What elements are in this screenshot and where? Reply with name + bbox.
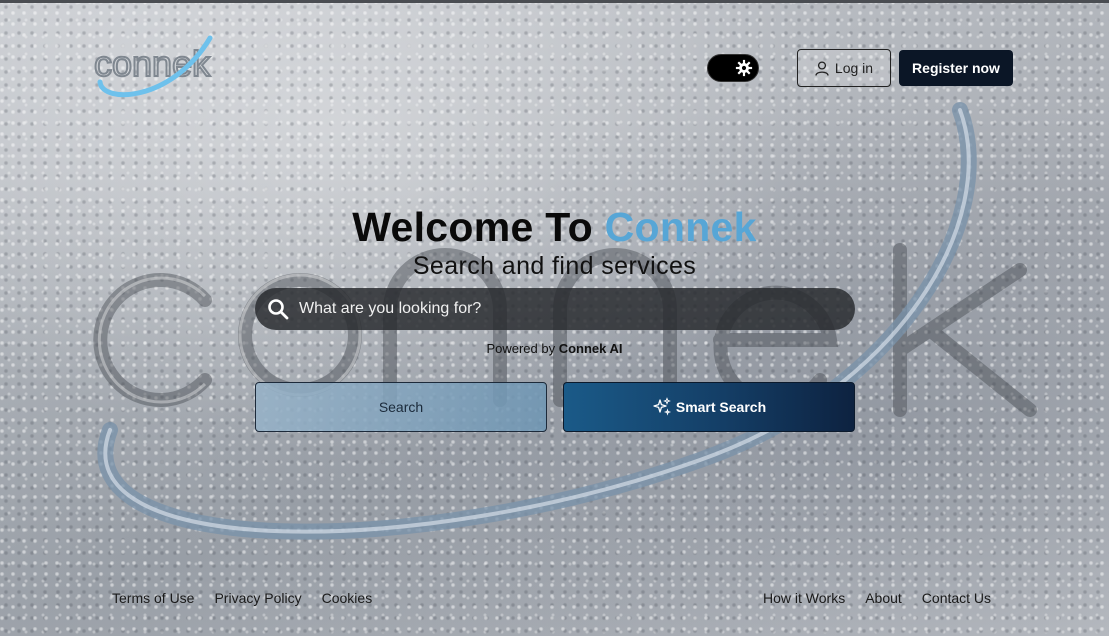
footer-link-about[interactable]: About [865,590,902,606]
search-input[interactable] [297,288,855,330]
login-button[interactable]: Log in [797,49,891,87]
search-icon [268,299,289,320]
search-button[interactable]: Search [255,382,547,432]
title-prefix: Welcome To [352,204,605,250]
footer-link-terms[interactable]: Terms of Use [112,590,194,606]
connek-logo[interactable]: connek [92,32,227,102]
powered-prefix: Powered by [486,341,559,356]
footer-left-links: Terms of Use Privacy Policy Cookies [112,590,372,606]
footer-link-how-it-works[interactable]: How it Works [763,590,845,606]
page: connek Log in Register now Welcome To Co… [0,0,1109,636]
login-label: Log in [834,60,874,76]
register-button[interactable]: Register now [899,50,1013,86]
title-brand: Connek [604,204,757,250]
sparkles-icon [653,397,671,416]
footer-link-cookies[interactable]: Cookies [322,590,373,606]
theme-toggle[interactable] [707,54,759,82]
smart-search-label: Smart Search [675,399,767,415]
user-icon [815,60,829,76]
footer-right-links: How it Works About Contact Us [763,590,991,606]
page-subtitle: Search and find services [412,252,697,280]
search-bar[interactable] [255,288,855,330]
smart-search-button[interactable]: Smart Search [563,382,855,432]
powered-brand: Connek AI [558,341,623,356]
page-title: Welcome To Connek [0,204,1109,251]
powered-by: Powered by Connek AI [0,341,1109,356]
footer-link-privacy[interactable]: Privacy Policy [214,590,301,606]
gear-icon [735,59,753,77]
footer-link-contact[interactable]: Contact Us [922,590,991,606]
